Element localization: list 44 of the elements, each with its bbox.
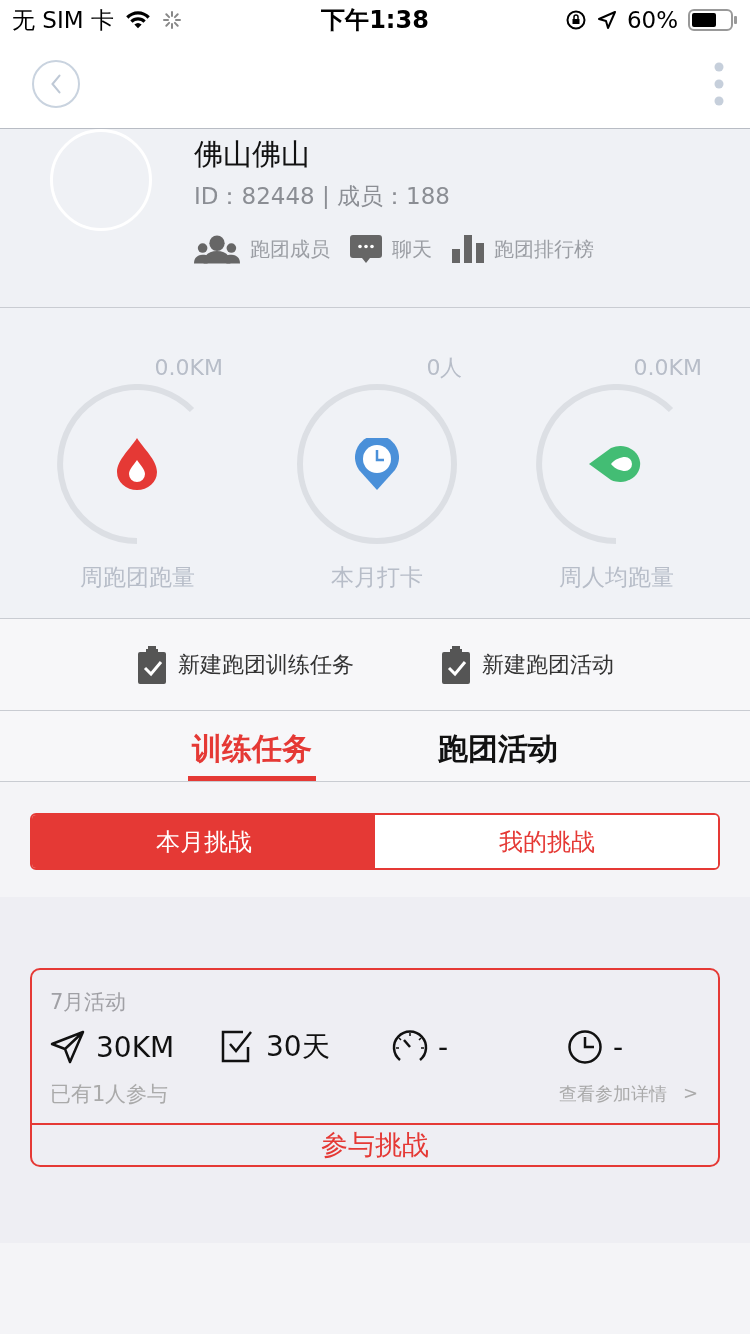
clipboard-check-icon [136, 645, 168, 684]
team-link[interactable]: 聊天 [350, 234, 432, 264]
loading-icon [161, 10, 182, 30]
stat-label: 本月打卡 [330, 563, 423, 592]
details-link[interactable]: 查看参加详情 > [558, 1082, 698, 1106]
clock-icon [567, 1029, 603, 1065]
chevron-left-icon [49, 72, 63, 96]
stat-label: 周人均跑量 [558, 563, 674, 592]
people-icon [194, 234, 240, 264]
stat-value: 0.0KM [154, 354, 224, 382]
challenge-title: 7月活动 [50, 989, 128, 1016]
battery-percent: 60% [626, 7, 678, 33]
tab[interactable]: 跑团活动 [434, 711, 562, 781]
metric-value: - [613, 1030, 624, 1064]
paper-plane-icon [50, 1029, 86, 1065]
participants-count: 已有1人参与 [50, 1081, 169, 1108]
metric-value: 30KM [96, 1030, 175, 1064]
metric-value: - [438, 1030, 449, 1064]
segment-button[interactable]: 本月挑战 [32, 815, 375, 868]
team-link[interactable]: 跑团成员 [194, 234, 330, 264]
bar-chart-icon [452, 235, 484, 263]
vertical-dots-icon [714, 62, 724, 106]
location-arrow-icon [596, 10, 617, 30]
join-challenge-button[interactable]: 参与挑战 [32, 1125, 718, 1165]
stat-label: 周跑团跑量 [79, 563, 195, 592]
team-name: 佛山佛山 [194, 136, 311, 173]
metric-value: 30天 [266, 1029, 330, 1065]
clock: 下午1:38 [320, 5, 430, 36]
create-link[interactable]: 新建跑团训练任务 [136, 645, 354, 684]
stat-value: 0人 [426, 354, 464, 382]
segment-button[interactable]: 我的挑战 [375, 815, 718, 868]
wifi-icon [123, 10, 152, 30]
team-link[interactable]: 跑团排行榜 [452, 234, 594, 264]
team-info: ID：82448 | 成员：188 [194, 182, 451, 211]
clipboard-check-icon [440, 645, 472, 684]
rotation-lock-icon [564, 9, 587, 31]
chat-bubble-icon [350, 235, 382, 263]
stat-value: 0.0KM [633, 354, 703, 382]
create-link[interactable]: 新建跑团活动 [440, 645, 614, 684]
more-button[interactable] [714, 62, 724, 106]
chevron-right-icon: > [682, 1082, 698, 1106]
carrier-label: 无 SIM 卡 [12, 5, 114, 35]
back-button[interactable] [32, 60, 80, 108]
battery-icon [688, 8, 738, 32]
